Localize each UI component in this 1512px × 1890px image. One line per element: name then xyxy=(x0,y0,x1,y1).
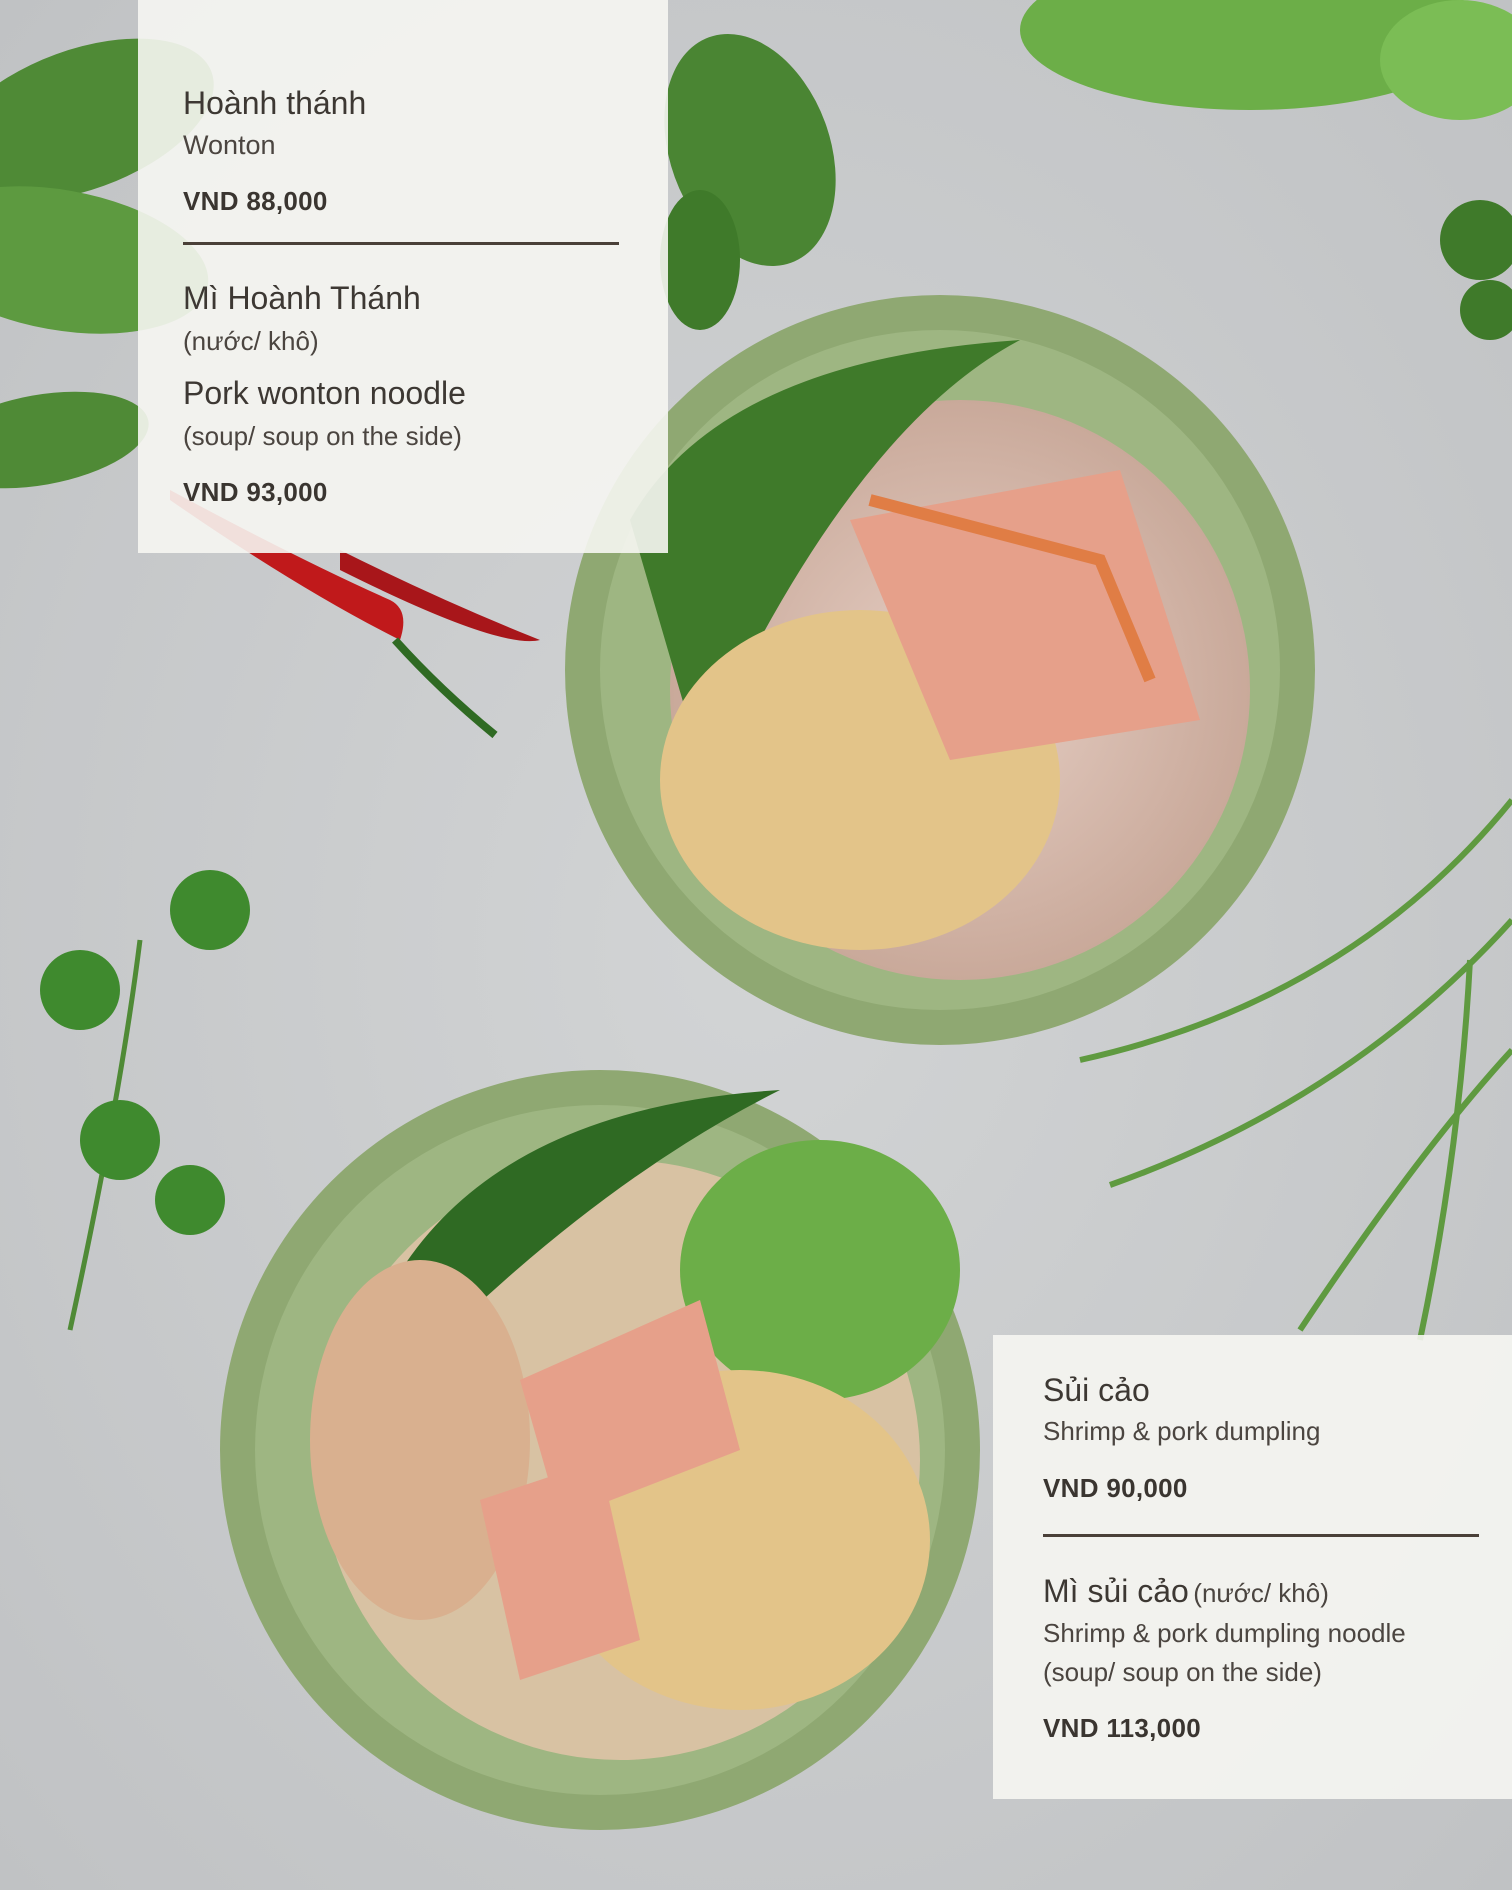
bottom-bowl xyxy=(220,1070,980,1830)
item-english-note-wonton-noodle: (soup/ soup on the side) xyxy=(183,421,462,451)
menu-panel-top: Hoành thánh Wonton VND 88,000 Mì Hoành T… xyxy=(138,0,668,553)
item-title-row-dumpling-noodle: Mì sủi cảo (nước/ khô) xyxy=(1043,1572,1329,1610)
item-subtitle-dumpling: Shrimp & pork dumpling xyxy=(1043,1416,1321,1446)
item-price-dumpling-noodle: VND 113,000 xyxy=(1043,1713,1201,1743)
item-title-wonton-noodle: Mì Hoành Thánh xyxy=(183,280,421,316)
item-note-wonton-noodle: (nước/ khô) xyxy=(183,326,319,356)
item-subtitle-wonton: Wonton xyxy=(183,130,276,160)
item-subtitle-note-dumpling-noodle: (soup/ soup on the side) xyxy=(1043,1657,1322,1687)
divider xyxy=(183,242,619,245)
item-title-dumpling: Sủi cảo xyxy=(1043,1372,1150,1408)
item-english-title-wonton-noodle: Pork wonton noodle xyxy=(183,375,466,411)
item-price-wonton: VND 88,000 xyxy=(183,186,328,216)
item-price-wonton-noodle: VND 93,000 xyxy=(183,477,328,507)
menu-panel-bottom: Sủi cảo Shrimp & pork dumpling VND 90,00… xyxy=(993,1335,1512,1799)
top-bowl xyxy=(565,295,1315,1045)
item-subtitle-dumpling-noodle: Shrimp & pork dumpling noodle xyxy=(1043,1618,1406,1648)
divider xyxy=(1043,1534,1479,1537)
item-note-dumpling-noodle: (nước/ khô) xyxy=(1193,1578,1329,1608)
item-title-dumpling-noodle: Mì sủi cảo xyxy=(1043,1573,1189,1609)
item-title-wonton: Hoành thánh xyxy=(183,85,367,121)
item-price-dumpling: VND 90,000 xyxy=(1043,1473,1188,1503)
